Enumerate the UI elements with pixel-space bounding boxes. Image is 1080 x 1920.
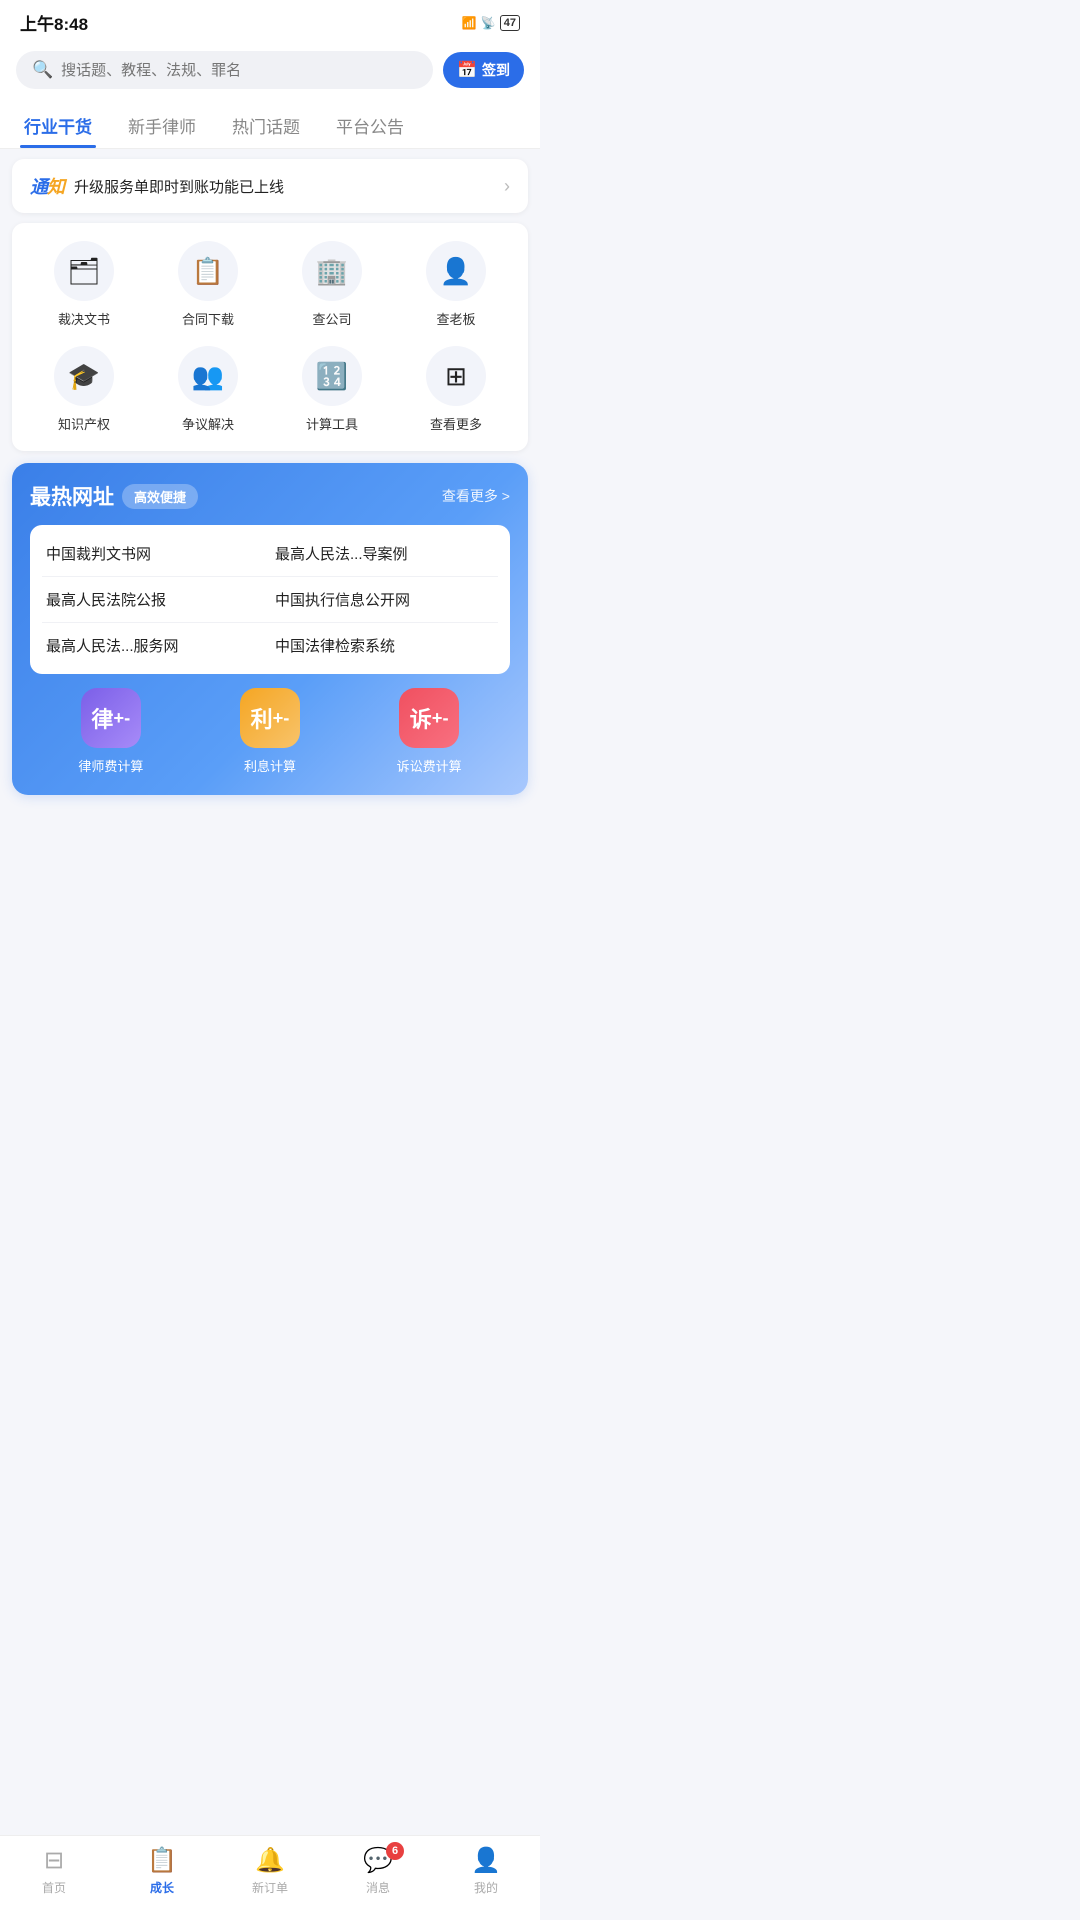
neworder-icon: 🔔: [255, 1846, 285, 1875]
ip-label: 知识产权: [58, 414, 110, 433]
tab-industry[interactable]: 行业干货: [20, 101, 96, 148]
tabs-row: 行业干货 新手律师 热门话题 平台公告: [0, 101, 540, 149]
hot-link-law-search[interactable]: 中国法律检索系统: [275, 635, 494, 656]
calc-tool-litigation[interactable]: 诉+- 诉讼费计算: [397, 688, 462, 775]
grid-item-dispute[interactable]: 👥 争议解决: [146, 346, 270, 433]
hot-links-box: 中国裁判文书网 最高人民法...导案例 最高人民法院公报 中国执行信息公开网 最…: [30, 525, 510, 674]
lawyer-fee-label: 律师费计算: [78, 756, 143, 775]
boss-icon: 👤: [426, 241, 486, 301]
hot-badge: 高效便捷: [122, 484, 198, 509]
grid-item-company[interactable]: 🏢 查公司: [270, 241, 394, 328]
status-time: 上午8:48: [20, 10, 88, 35]
nav-item-home[interactable]: ⊟ 首页: [24, 1846, 84, 1896]
company-label: 查公司: [312, 309, 351, 328]
calc-tool-lawyer-fee[interactable]: 律+- 律师费计算: [78, 688, 143, 775]
hot-link-supreme-report[interactable]: 最高人民法院公报: [46, 589, 275, 610]
hot-sites-header: 最热网址 高效便捷 查看更多 >: [30, 481, 510, 511]
company-icon: 🏢: [302, 241, 362, 301]
home-icon: ⊟: [44, 1846, 64, 1875]
growth-icon: 📋: [147, 1846, 177, 1875]
battery-indicator: 47: [500, 15, 520, 31]
signal-icon: 📶: [462, 16, 477, 30]
grid-item-boss[interactable]: 👤 查老板: [394, 241, 518, 328]
banner-text: 升级服务单即时到账功能已上线: [74, 176, 494, 197]
search-input[interactable]: [61, 62, 417, 79]
nav-item-growth[interactable]: 📋 成长: [132, 1846, 192, 1896]
nav-item-message[interactable]: 💬 6 消息: [348, 1846, 408, 1896]
banner-arrow-icon: ›: [504, 176, 510, 197]
hot-link-row-0: 中国裁判文书网 最高人民法...导案例: [42, 531, 498, 577]
nav-item-mine[interactable]: 👤 我的: [456, 1846, 516, 1896]
tab-hot-topic[interactable]: 热门话题: [228, 101, 304, 148]
more-icon: ⊞: [426, 346, 486, 406]
grid-item-more[interactable]: ⊞ 查看更多: [394, 346, 518, 433]
growth-label: 成长: [150, 1879, 174, 1896]
contract-icon: 📋: [178, 241, 238, 301]
search-bar-row: 🔍 📅 签到: [0, 41, 540, 101]
hot-link-row-2: 最高人民法...服务网 中国法律检索系统: [42, 623, 498, 668]
neworder-label: 新订单: [252, 1879, 288, 1896]
grid-item-calc-tool[interactable]: 🔢 计算工具: [270, 346, 394, 433]
lawyer-fee-icon: 律+-: [81, 688, 141, 748]
mine-icon: 👤: [471, 1846, 501, 1875]
wifi-icon: 📡: [481, 16, 496, 30]
verdict-icon: 🗂: [54, 241, 114, 301]
status-icons: 📶 📡 47: [462, 15, 520, 31]
bottom-nav: ⊟ 首页 📋 成长 🔔 新订单 💬 6 消息 👤 我的: [0, 1835, 540, 1920]
calc-tools-row: 律+- 律师费计算 利+- 利息计算 诉+- 诉讼费计算: [30, 688, 510, 775]
calc-tool-icon: 🔢: [302, 346, 362, 406]
tab-newbie[interactable]: 新手律师: [124, 101, 200, 148]
hot-link-row-1: 最高人民法院公报 中国执行信息公开网: [42, 577, 498, 623]
hot-link-execution-info[interactable]: 中国执行信息公开网: [275, 589, 494, 610]
sign-button[interactable]: 📅 签到: [443, 52, 524, 88]
dispute-icon: 👥: [178, 346, 238, 406]
hot-link-supreme-service[interactable]: 最高人民法...服务网: [46, 635, 275, 656]
verdict-label: 裁决文书: [58, 309, 110, 328]
search-input-wrap[interactable]: 🔍: [16, 51, 433, 89]
home-label: 首页: [42, 1879, 66, 1896]
interest-label: 利息计算: [244, 756, 296, 775]
litigation-label: 诉讼费计算: [397, 756, 462, 775]
mine-label: 我的: [474, 1879, 498, 1896]
boss-label: 查老板: [436, 309, 475, 328]
dispute-label: 争议解决: [182, 414, 234, 433]
hot-link-supreme-guide[interactable]: 最高人民法...导案例: [275, 543, 494, 564]
function-grid: 🗂 裁决文书 📋 合同下载 🏢 查公司 👤 查老板 🎓 知识产权 👥 争议解决 …: [12, 223, 528, 451]
message-label: 消息: [366, 1879, 390, 1896]
contract-label: 合同下载: [182, 309, 234, 328]
calc-tool-label: 计算工具: [306, 414, 358, 433]
status-bar: 上午8:48 📶 📡 47: [0, 0, 540, 41]
hot-sites-title: 最热网址: [30, 481, 114, 511]
litigation-icon: 诉+-: [399, 688, 459, 748]
grid-item-ip[interactable]: 🎓 知识产权: [22, 346, 146, 433]
hot-more-button[interactable]: 查看更多 >: [442, 486, 510, 506]
grid-item-verdict[interactable]: 🗂 裁决文书: [22, 241, 146, 328]
hot-link-verdict[interactable]: 中国裁判文书网: [46, 543, 275, 564]
calendar-check-icon: 📅: [457, 60, 477, 80]
sign-label: 签到: [482, 60, 510, 80]
banner-logo: 通知: [30, 173, 64, 199]
search-icon: 🔍: [32, 60, 53, 80]
hot-sites-section: 最热网址 高效便捷 查看更多 > 中国裁判文书网 最高人民法...导案例 最高人…: [12, 463, 528, 795]
tab-notice[interactable]: 平台公告: [332, 101, 408, 148]
hot-title-group: 最热网址 高效便捷: [30, 481, 198, 511]
calc-tool-interest[interactable]: 利+- 利息计算: [240, 688, 300, 775]
grid-item-contract[interactable]: 📋 合同下载: [146, 241, 270, 328]
more-label: 查看更多: [430, 414, 482, 433]
banner-row[interactable]: 通知 升级服务单即时到账功能已上线 ›: [12, 159, 528, 213]
nav-item-neworder[interactable]: 🔔 新订单: [240, 1846, 300, 1896]
ip-icon: 🎓: [54, 346, 114, 406]
interest-icon: 利+-: [240, 688, 300, 748]
message-badge: 6: [386, 1842, 404, 1860]
